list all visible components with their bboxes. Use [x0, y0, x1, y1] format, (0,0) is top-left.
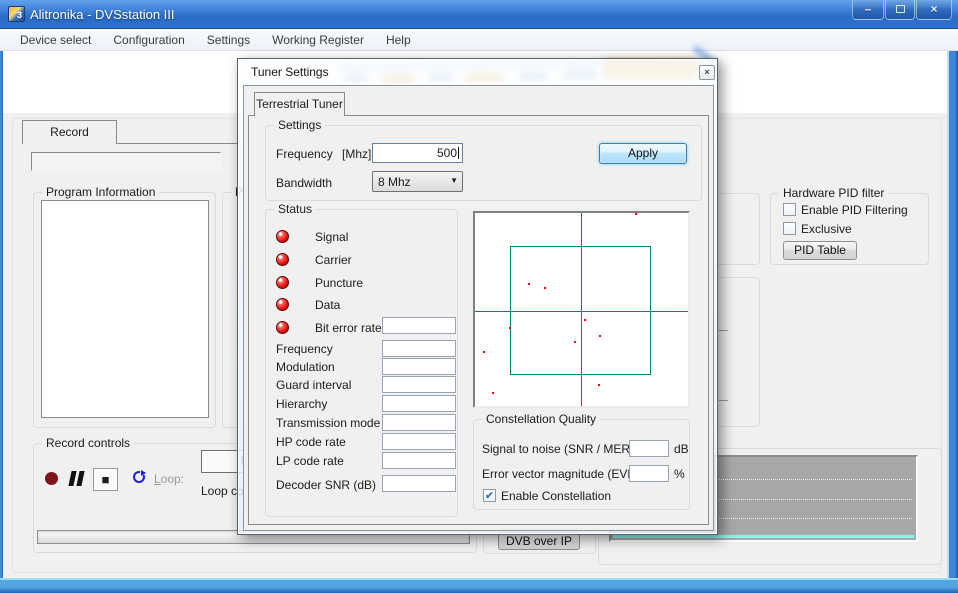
- menu-settings[interactable]: Settings: [197, 31, 260, 49]
- frequency-input[interactable]: 500: [372, 143, 463, 163]
- snr-field[interactable]: [629, 440, 669, 457]
- status-frequency-label: Frequency: [276, 342, 333, 356]
- frequency-value: 500: [437, 146, 457, 160]
- enable-constellation-checkbox[interactable]: ✔: [483, 489, 496, 502]
- apply-button[interactable]: Apply: [599, 143, 687, 164]
- program-information-label: Program Information: [42, 185, 159, 200]
- tab-terrestrial-tuner[interactable]: Terrestrial Tuner: [254, 92, 345, 116]
- decoder-snr-field[interactable]: [382, 475, 456, 492]
- bandwidth-label: Bandwidth: [276, 176, 332, 190]
- menu-bar: Device select Configuration Settings Wor…: [0, 29, 958, 51]
- status-group: Status Signal Carrier Puncture Data Bit …: [265, 209, 458, 517]
- app-icon: 3: [8, 6, 25, 22]
- bit-error-rate-field[interactable]: [382, 317, 456, 334]
- record-controls-label: Record controls: [42, 436, 134, 451]
- settings-group: Settings Frequency [Mhz] 500 Apply Bandw…: [265, 125, 702, 201]
- maximize-button[interactable]: [885, 0, 915, 20]
- hardware-pid-filter-label: Hardware PID filter: [779, 186, 888, 201]
- lp-code-rate-label: LP code rate: [276, 454, 344, 468]
- carrier-led: [276, 253, 289, 266]
- data-led: [276, 298, 289, 311]
- chevron-down-icon: ▼: [450, 176, 458, 185]
- snr-unit: dB: [674, 442, 689, 456]
- exclusive-label: Exclusive: [801, 222, 852, 236]
- window-frame-right: [947, 51, 958, 578]
- hierarchy-label: Hierarchy: [276, 397, 327, 411]
- dialog-close-button[interactable]: ×: [699, 65, 715, 80]
- bit-error-rate-led: [276, 321, 289, 334]
- enable-pid-filtering-label: Enable PID Filtering: [801, 203, 908, 217]
- bandwidth-value: 8 Mhz: [378, 175, 411, 189]
- transmission-mode-label: Transmission mode: [276, 416, 380, 430]
- window-title: Alitronika - DVSstation III: [30, 7, 175, 22]
- decoder-snr-label: Decoder SNR (dB): [276, 478, 376, 492]
- data-label: Data: [315, 298, 340, 312]
- menu-configuration[interactable]: Configuration: [103, 31, 194, 49]
- menu-working-register[interactable]: Working Register: [262, 31, 374, 49]
- title-bar[interactable]: 3 Alitronika - DVSstation III – ×: [0, 0, 958, 29]
- signal-led: [276, 230, 289, 243]
- constellation-display: [473, 211, 690, 408]
- stop-icon: ■: [102, 472, 110, 487]
- snr-label: Signal to noise (SNR / MER): [482, 442, 634, 456]
- menu-help[interactable]: Help: [376, 31, 421, 49]
- program-information-list[interactable]: [41, 200, 209, 418]
- close-button[interactable]: ×: [916, 0, 952, 20]
- tab-record[interactable]: Record: [22, 120, 117, 144]
- bit-error-rate-label: Bit error rate: [315, 321, 382, 335]
- hp-code-rate-field[interactable]: [382, 433, 456, 450]
- carrier-label: Carrier: [315, 253, 352, 267]
- status-label: Status: [274, 202, 316, 217]
- record-icon[interactable]: [45, 472, 58, 485]
- dialog-title: Tuner Settings: [251, 65, 329, 79]
- evm-field[interactable]: [629, 465, 669, 482]
- modulation-field[interactable]: [382, 358, 456, 375]
- puncture-label: Puncture: [315, 276, 363, 290]
- guard-interval-field[interactable]: [382, 376, 456, 393]
- checkmark-icon: ✔: [485, 490, 494, 502]
- enable-constellation-label: Enable Constellation: [501, 489, 611, 503]
- record-file-field[interactable]: [31, 152, 221, 171]
- tab-page: Settings Frequency [Mhz] 500 Apply Bandw…: [248, 115, 709, 525]
- exclusive-checkbox[interactable]: [783, 222, 796, 235]
- settings-label: Settings: [274, 118, 325, 133]
- lp-code-rate-field[interactable]: [382, 452, 456, 469]
- maximize-icon: [896, 5, 905, 13]
- constellation-quality-group: Constellation Quality Signal to noise (S…: [473, 419, 690, 510]
- bitrate-line: [613, 535, 914, 538]
- bandwidth-select[interactable]: 8 Mhz ▼: [372, 171, 463, 192]
- minimize-icon: –: [865, 2, 872, 16]
- status-frequency-field[interactable]: [382, 340, 456, 357]
- signal-label: Signal: [315, 230, 348, 244]
- loop-label: Loop:: [154, 472, 184, 486]
- app-window: 3 Alitronika - DVSstation III – × Device…: [0, 0, 958, 593]
- hierarchy-field[interactable]: [382, 395, 456, 412]
- pid-table-button[interactable]: PID Table: [783, 241, 857, 260]
- window-frame-bottom: [0, 578, 958, 593]
- program-information-group: Program Information: [33, 192, 216, 428]
- frequency-label: Frequency: [276, 147, 333, 161]
- pause-icon[interactable]: [76, 471, 84, 486]
- minimize-button[interactable]: –: [852, 0, 884, 20]
- constellation-quality-label: Constellation Quality: [482, 412, 600, 427]
- guard-interval-label: Guard interval: [276, 378, 351, 392]
- dialog-client: Terrestrial Tuner Settings Frequency [Mh…: [243, 85, 714, 531]
- transmission-mode-field[interactable]: [382, 414, 456, 431]
- modulation-label: Modulation: [276, 360, 335, 374]
- evm-unit: %: [674, 467, 685, 481]
- frequency-unit-label: [Mhz]: [342, 147, 371, 161]
- stop-button[interactable]: ■: [93, 468, 118, 491]
- menu-device-select[interactable]: Device select: [10, 31, 101, 49]
- tuner-settings-dialog: Tuner Settings × Terrestrial Tuner Setti…: [237, 58, 718, 535]
- text-caret: [458, 147, 459, 159]
- hardware-pid-filter-group: Hardware PID filter Enable PID Filtering…: [770, 193, 929, 265]
- puncture-led: [276, 276, 289, 289]
- evm-label: Error vector magnitude (EVM): [482, 467, 641, 481]
- enable-pid-filtering-checkbox[interactable]: [783, 203, 796, 216]
- loop-icon[interactable]: [133, 471, 145, 483]
- hp-code-rate-label: HP code rate: [276, 435, 346, 449]
- pause-icon[interactable]: [68, 471, 76, 486]
- dialog-close-icon: ×: [704, 67, 709, 77]
- close-icon: ×: [930, 2, 937, 16]
